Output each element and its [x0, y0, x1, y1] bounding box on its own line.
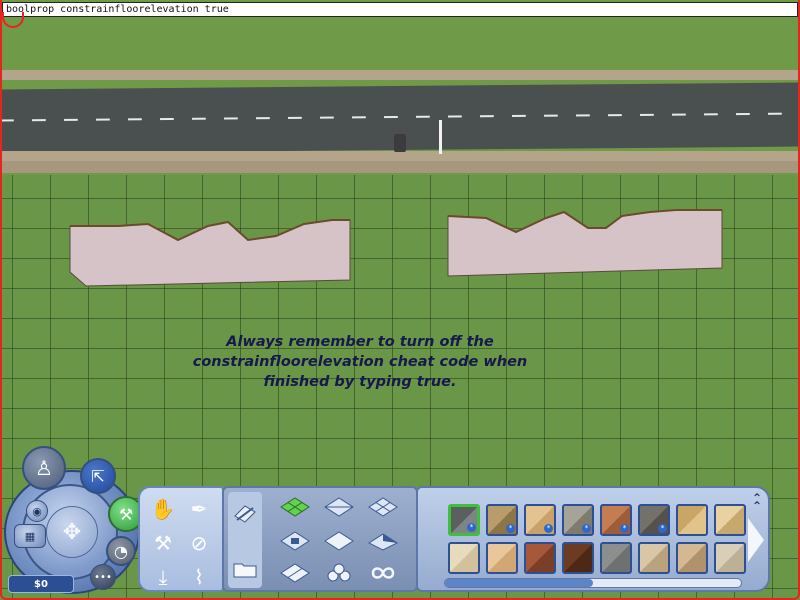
camera-navigation-icon[interactable]: ✥	[46, 506, 98, 558]
camera-icon[interactable]: ◉	[26, 500, 48, 522]
cheat-console-input[interactable]: boolprop constrainfloorelevation true	[2, 2, 798, 17]
raise-terrain-icon[interactable]	[366, 494, 400, 520]
floors-icon[interactable]: ▦	[14, 524, 46, 548]
sledgehammer-icon[interactable]: ⚒	[150, 530, 176, 556]
floor-tile-swatch[interactable]: *	[448, 504, 480, 536]
floor-tile-swatch[interactable]	[638, 542, 670, 574]
street-lamp	[439, 120, 442, 154]
floor-tile-swatch[interactable]	[448, 542, 480, 574]
custom-content-badge: *	[544, 524, 553, 533]
more-icon[interactable]: •••	[90, 564, 116, 590]
custom-content-badge: *	[582, 524, 591, 533]
funds-display: $0	[8, 575, 74, 593]
catalog-up-icon[interactable]: ⌃ ⌃	[748, 492, 766, 512]
lot-edge-path	[0, 161, 800, 173]
tip-line: Always remember to turn off the	[226, 334, 494, 350]
catalog-scrollbar[interactable]	[444, 578, 742, 588]
build-tools-panel: ✋ ✒ ⚒ ⊘ ⤓ ⌇	[138, 486, 224, 592]
tip-text: Always remember to turn off the constrai…	[150, 332, 570, 392]
floor-tile-swatch[interactable]	[486, 542, 518, 574]
floor-tiles-icon[interactable]	[278, 494, 312, 520]
wall-segment-left[interactable]	[68, 216, 352, 288]
wall-segment-right[interactable]	[446, 208, 726, 278]
flatten-terrain-icon[interactable]	[322, 494, 356, 520]
floor-catalog-panel: * * * * * *	[416, 486, 770, 592]
custom-content-badge: *	[620, 524, 629, 533]
tip-line: constrainfloorelevation cheat code when	[192, 354, 528, 370]
smooth-terrain-icon[interactable]	[278, 560, 312, 586]
floor-tile-swatch[interactable]	[562, 542, 594, 574]
eyedropper-icon[interactable]: ✒	[186, 496, 212, 522]
floor-tile-swatch[interactable]: *	[486, 504, 518, 536]
blueprint-icon[interactable]: ⌇	[186, 564, 212, 590]
level-terrain-icon[interactable]	[322, 528, 356, 554]
tip-line: finished by typing true.	[263, 374, 457, 390]
floor-tile-swatch[interactable]	[714, 504, 746, 536]
floor-tile-swatch[interactable]	[714, 542, 746, 574]
near-sidewalk	[0, 151, 800, 161]
floor-tile-swatch[interactable]	[524, 542, 556, 574]
options-icon[interactable]: ◔	[106, 536, 136, 566]
water-icon[interactable]	[322, 560, 356, 586]
custom-content-badge: *	[467, 523, 476, 532]
catalog-grid: * * * * * *	[440, 496, 746, 578]
floor-grid-icon[interactable]	[278, 528, 312, 554]
custom-content-badge: *	[506, 524, 515, 533]
live-mode-icon[interactable]: ♙	[22, 446, 66, 490]
road-marking	[0, 112, 800, 122]
floor-tile-swatch[interactable]	[676, 504, 708, 536]
infinity-icon[interactable]	[366, 560, 400, 586]
floor-tile-swatch[interactable]: *	[600, 504, 632, 536]
trash-can[interactable]	[394, 134, 406, 152]
game-viewport[interactable]: Always remember to turn off the constrai…	[0, 0, 800, 600]
far-sidewalk	[0, 70, 800, 80]
folder-icon[interactable]	[228, 556, 262, 582]
hand-icon[interactable]: ✋	[150, 496, 176, 522]
floor-tile-swatch[interactable]	[676, 542, 708, 574]
floor-tile-swatch[interactable]: *	[524, 504, 556, 536]
tool-categories-panel	[222, 486, 418, 592]
design-tool-icon[interactable]: ⤓	[150, 564, 176, 590]
custom-content-badge: *	[658, 524, 667, 533]
catalog-scroll-thumb[interactable]	[445, 579, 593, 587]
floor-tile-swatch[interactable]: *	[562, 504, 594, 536]
catalog-next-icon[interactable]	[748, 518, 764, 562]
floor-tile-swatch[interactable]: *	[638, 504, 670, 536]
buy-mode-icon[interactable]: ⇱	[80, 458, 116, 494]
cancel-icon[interactable]: ⊘	[186, 530, 212, 556]
lower-terrain-icon[interactable]	[366, 528, 400, 554]
terrain-tools-icon[interactable]	[228, 500, 262, 526]
floor-tile-swatch[interactable]	[600, 542, 632, 574]
